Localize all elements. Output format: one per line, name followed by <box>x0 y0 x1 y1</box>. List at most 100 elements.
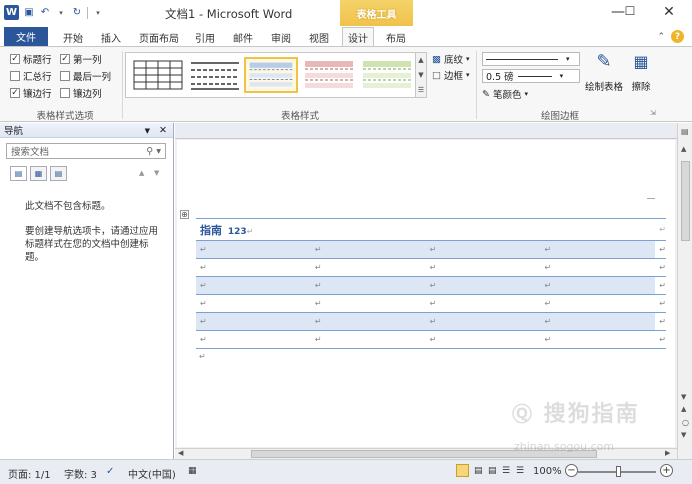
table-cell[interactable]: ↵ <box>425 330 541 349</box>
table-style-blue-selected[interactable] <box>244 57 298 93</box>
scroll-down-icon[interactable]: ▼ <box>681 393 686 401</box>
tab-home[interactable]: 开始 <box>58 28 88 46</box>
word-logo-icon[interactable]: W <box>4 5 19 20</box>
table-cell[interactable]: ↵ <box>540 294 656 313</box>
table-cell[interactable]: ↵ <box>425 276 541 295</box>
nav-close-icon[interactable]: ✕ <box>159 125 167 136</box>
nav-search-input[interactable]: 搜索文档 ⚲ ▾ <box>6 143 166 159</box>
collapse-ribbon-icon[interactable]: ⌃ <box>657 32 665 42</box>
table-header-cell[interactable]: 指南 123↵ <box>196 218 656 241</box>
table-style-dark-stripes[interactable] <box>188 57 242 93</box>
table-row[interactable]: ↵ ↵ ↵ ↵ ↵ <box>196 294 666 313</box>
table-cell[interactable]: ↵ <box>425 312 541 331</box>
table-cell[interactable]: ↵ <box>425 294 541 313</box>
tab-mailings[interactable]: 邮件 <box>228 28 258 46</box>
word-count[interactable]: 字数: 3 <box>64 466 97 481</box>
table-cell[interactable]: ↵ <box>540 312 656 331</box>
zoom-in-button[interactable]: + <box>660 464 673 477</box>
nav-prev-icon[interactable]: ▲ <box>139 169 144 177</box>
checkbox-header-row[interactable]: ✓ 标题行 <box>10 52 52 66</box>
previous-page-icon[interactable]: ▲ <box>681 405 686 413</box>
page-count[interactable]: 页面: 1/1 <box>8 466 51 481</box>
table-cell[interactable]: ↵ <box>310 330 426 349</box>
table-cell[interactable]: ↵ <box>540 240 656 259</box>
nav-tab-pages[interactable]: ▦ <box>30 166 47 181</box>
checkbox-first-column[interactable]: ✓ 第一列 <box>60 52 102 66</box>
table-cell[interactable]: ↵ <box>540 258 656 277</box>
dialog-launcher-icon[interactable]: ⇲ <box>650 109 656 117</box>
web-layout-view-icon[interactable]: ▤ <box>488 466 497 476</box>
table-styles-gallery[interactable] <box>125 52 417 98</box>
checkbox-total-row[interactable]: 汇总行 <box>10 69 52 83</box>
table-style-grid[interactable] <box>131 57 185 93</box>
checkbox-box[interactable]: ✓ <box>10 54 20 64</box>
tab-design[interactable]: 设计 <box>342 27 374 46</box>
gallery-scroll[interactable]: ▲ ▼ ☰ <box>415 52 427 98</box>
zoom-out-button[interactable]: − <box>565 464 578 477</box>
scroll-left-icon[interactable]: ◀ <box>178 449 183 457</box>
checkbox-box[interactable]: ✓ <box>60 54 70 64</box>
next-page-icon[interactable]: ▼ <box>681 431 686 439</box>
table-row[interactable]: ↵ ↵ ↵ ↵ ↵ <box>196 258 666 277</box>
table-cell[interactable]: ↵ <box>425 240 541 259</box>
tab-references[interactable]: 引用 <box>190 28 220 46</box>
table-cell[interactable]: ↵ <box>310 312 426 331</box>
table-cell[interactable]: ↵ <box>540 330 656 349</box>
tab-page-layout[interactable]: 页面布局 <box>136 28 182 46</box>
vertical-scrollbar[interactable]: ▤ ▲ ▼ ▲ ○ ▼ <box>677 123 692 459</box>
document-table[interactable]: 指南 123↵ ↵ ↵ ↵ ↵ ↵ ↵ ↵ ↵ ↵ ↵ ↵ ↵ ↵ ↵ ↵ ↵ ↵ ↵ ↵ ↵ ↵ ↵ ↵ ↵ ↵ ↵ … <box>196 218 666 349</box>
table-cell[interactable]: ↵ <box>425 258 541 277</box>
table-cell[interactable]: ↵ <box>196 258 311 277</box>
table-cell[interactable]: ↵ <box>196 240 311 259</box>
eraser-button[interactable]: ▦ 擦除 <box>628 52 654 93</box>
shading-button[interactable]: ▩ 底纹 ▾ <box>432 52 470 67</box>
gallery-more-icon[interactable]: ☰ <box>418 86 424 94</box>
line-style-select[interactable]: ▾ <box>482 52 580 66</box>
save-icon[interactable]: ▣ <box>23 7 35 19</box>
proofing-icon[interactable]: ✓ <box>106 466 114 477</box>
language-indicator[interactable]: 中文(中国) <box>128 466 176 481</box>
scroll-right-icon[interactable]: ▶ <box>665 449 670 457</box>
checkbox-banded-rows[interactable]: ✓ 镶边行 <box>10 86 52 100</box>
checkbox-banded-columns[interactable]: 镶边列 <box>60 86 102 100</box>
checkbox-box[interactable] <box>60 71 70 81</box>
table-cell[interactable]: ↵ <box>196 276 311 295</box>
search-icon[interactable]: ⚲ ▾ <box>146 146 161 157</box>
print-layout-view-icon[interactable] <box>456 464 469 477</box>
table-cell[interactable]: ↵ <box>310 240 426 259</box>
redo-icon[interactable]: ↻ <box>71 7 83 19</box>
table-style-green[interactable] <box>360 57 414 93</box>
tab-insert[interactable]: 插入 <box>96 28 126 46</box>
browse-object-icon[interactable]: ○ <box>682 418 689 427</box>
customize-qat-icon[interactable]: ▾ <box>92 7 104 19</box>
nav-tab-results[interactable]: ▤ <box>50 166 67 181</box>
table-row[interactable]: ↵ ↵ ↵ ↵ ↵ <box>196 240 666 259</box>
line-weight-select[interactable]: 0.5 磅 ▾ <box>482 69 580 83</box>
zoom-level[interactable]: 100% <box>533 466 562 477</box>
zoom-slider-knob[interactable] <box>616 466 621 477</box>
table-cell[interactable]: ↵ <box>310 258 426 277</box>
checkbox-last-column[interactable]: 最后一列 <box>60 69 111 83</box>
table-cell[interactable]: ↵ <box>540 276 656 295</box>
table-style-red[interactable] <box>302 57 356 93</box>
draw-table-button[interactable]: ✎ 绘制表格 <box>584 52 624 94</box>
tab-layout[interactable]: 布局 <box>380 28 412 46</box>
scroll-thumb[interactable] <box>681 161 690 241</box>
checkbox-box[interactable]: ✓ <box>10 88 20 98</box>
checkbox-box[interactable] <box>10 71 20 81</box>
table-row[interactable]: ↵ ↵ ↵ ↵ ↵ <box>196 276 666 295</box>
dropdown-icon[interactable]: ▾ <box>55 7 67 19</box>
checkbox-box[interactable] <box>60 88 70 98</box>
nav-options-icon[interactable]: ▼ <box>145 127 150 135</box>
outline-view-icon[interactable]: ☰ <box>502 466 510 476</box>
table-move-handle-icon[interactable]: ⊕ <box>180 210 189 219</box>
table-cell[interactable]: ↵ <box>196 312 311 331</box>
gallery-up-icon[interactable]: ▲ <box>418 56 423 64</box>
scroll-up-icon[interactable]: ▲ <box>681 145 686 153</box>
tab-file[interactable]: 文件 <box>4 27 48 46</box>
undo-icon[interactable]: ↶ <box>39 7 51 19</box>
table-cell[interactable]: ↵ <box>196 330 311 349</box>
table-row[interactable]: ↵ ↵ ↵ ↵ ↵ <box>196 330 666 349</box>
ruler-toggle-icon[interactable]: ▤ <box>681 127 689 136</box>
pen-color-button[interactable]: ✎ 笔颜色 ▾ <box>482 87 528 102</box>
